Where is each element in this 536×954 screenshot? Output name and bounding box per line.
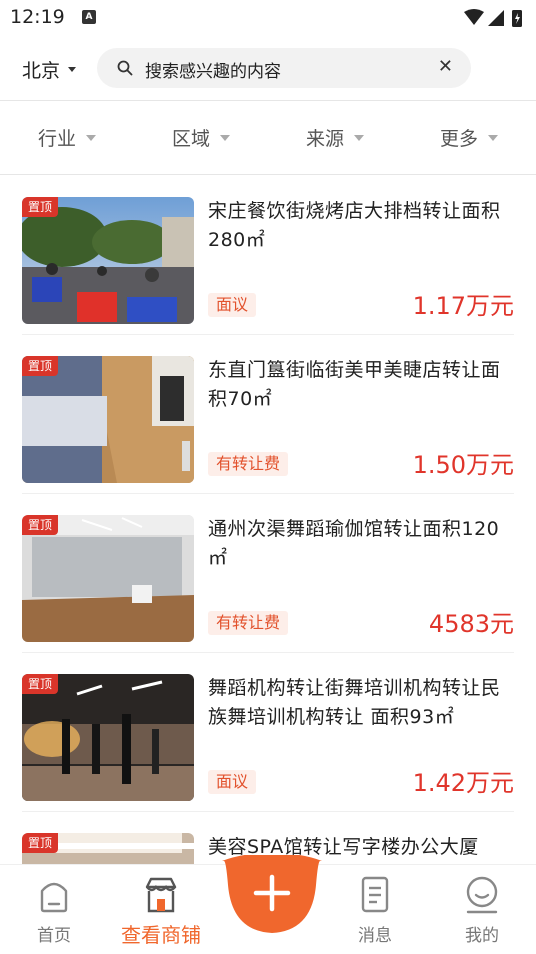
listing-photo: 置顶 xyxy=(22,674,194,801)
add-button[interactable] xyxy=(222,855,322,943)
filter-label: 来源 xyxy=(305,128,344,150)
pinned-badge: 置顶 xyxy=(22,197,59,217)
price-unit: 万元 xyxy=(466,451,514,479)
caret-down-icon xyxy=(488,134,498,141)
tab-home[interactable]: 首页 xyxy=(9,875,99,946)
search-value: 搜索感兴趣的内容 xyxy=(145,62,281,82)
listing-list: 置顶 宋庄餐饮街烧烤店大排档转让面积280㎡ 面议 1.17万元 置顶 东直门簋… xyxy=(0,176,536,864)
listing-price: 4583元 xyxy=(429,607,514,641)
price-unit: 元 xyxy=(490,610,514,638)
tab-label: 消息 xyxy=(358,926,392,946)
caret-down-icon xyxy=(68,67,77,72)
filter-label: 更多 xyxy=(439,128,478,150)
tab-shops[interactable]: 查看商铺 xyxy=(116,875,206,948)
notification-icon: A xyxy=(82,10,96,24)
caret-down-icon xyxy=(86,134,96,141)
filter-more[interactable]: 更多 xyxy=(402,101,536,174)
pinned-badge: 置顶 xyxy=(22,833,59,853)
listing-price: 1.50万元 xyxy=(413,448,514,482)
tab-mine[interactable]: 我的 xyxy=(437,875,527,946)
listing-title: 通州次渠舞蹈瑜伽馆转让面积120㎡ xyxy=(208,518,500,569)
status-time: 12:19 xyxy=(10,6,65,28)
listing-card[interactable]: 置顶 东直门簋街临街美甲美睫店转让面积70㎡ 有转让费 1.50万元 xyxy=(22,335,514,494)
listing-title: 舞蹈机构转让街舞培训机构转让民族舞培训机构转让 面积93㎡ xyxy=(208,677,501,728)
filter-bar: 行业 区域 来源 更多 xyxy=(0,100,536,175)
caret-down-icon xyxy=(220,134,230,141)
tab-label: 查看商铺 xyxy=(121,923,201,947)
filter-area[interactable]: 区域 xyxy=(134,101,268,174)
listing-title: 宋庄餐饮街烧烤店大排档转让面积280㎡ xyxy=(208,200,501,251)
listing-photo: 置顶 xyxy=(22,515,194,642)
status-bar: 12:19 A xyxy=(0,0,536,36)
listing-card[interactable]: 置顶 宋庄餐饮街烧烤店大排档转让面积280㎡ 面议 1.17万元 xyxy=(22,176,514,335)
filter-industry[interactable]: 行业 xyxy=(0,101,134,174)
home-icon xyxy=(40,882,68,913)
price-number: 1.17 xyxy=(412,292,466,320)
caret-down-icon xyxy=(354,134,364,141)
listing-price: 1.42万元 xyxy=(413,766,514,800)
price-number: 1.42 xyxy=(412,769,466,797)
profile-icon xyxy=(466,876,498,914)
listing-tag: 面议 xyxy=(208,293,257,317)
clear-icon[interactable]: ✕ xyxy=(438,57,453,77)
price-number: 4583 xyxy=(428,610,490,638)
pinned-badge: 置顶 xyxy=(22,356,59,376)
filter-label: 行业 xyxy=(37,128,76,150)
listing-photo: 置顶 xyxy=(22,197,194,324)
listing-tag: 有转让费 xyxy=(208,452,289,476)
city-label: 北京 xyxy=(22,60,61,82)
tab-label: 首页 xyxy=(37,926,71,946)
search-input[interactable]: 搜索感兴趣的内容 ✕ xyxy=(97,48,471,88)
city-selector[interactable]: 北京 xyxy=(22,56,77,83)
wifi-icon xyxy=(464,9,484,25)
filter-source[interactable]: 来源 xyxy=(268,101,402,174)
listing-card[interactable]: 置顶 舞蹈机构转让街舞培训机构转让民族舞培训机构转让 面积93㎡ 面议 1.42… xyxy=(22,653,514,812)
signal-icon xyxy=(488,10,504,26)
pinned-badge: 置顶 xyxy=(22,515,59,535)
message-icon xyxy=(361,876,389,913)
tab-label: 我的 xyxy=(465,926,499,946)
status-icons xyxy=(464,9,522,27)
price-unit: 万元 xyxy=(466,292,514,320)
search-icon xyxy=(117,60,133,76)
filter-label: 区域 xyxy=(171,128,210,150)
listing-tag: 有转让费 xyxy=(208,611,289,635)
listing-photo: 置顶 xyxy=(22,833,194,864)
listing-price: 1.17万元 xyxy=(413,289,514,323)
listing-title: 东直门簋街临街美甲美睫店转让面积70㎡ xyxy=(208,359,501,410)
shop-icon xyxy=(145,877,177,913)
price-number: 1.50 xyxy=(412,451,466,479)
search-header: 北京 搜索感兴趣的内容 ✕ xyxy=(0,36,536,100)
listing-tag: 面议 xyxy=(208,770,257,794)
bottom-tab-bar: 首页 查看商铺 消息 我的 xyxy=(0,855,536,954)
listing-card[interactable]: 置顶 通州次渠舞蹈瑜伽馆转让面积120㎡ 有转让费 4583元 xyxy=(22,494,514,653)
pinned-badge: 置顶 xyxy=(22,674,59,694)
listing-photo: 置顶 xyxy=(22,356,194,483)
tab-messages[interactable]: 消息 xyxy=(330,875,420,946)
price-unit: 万元 xyxy=(466,769,514,797)
